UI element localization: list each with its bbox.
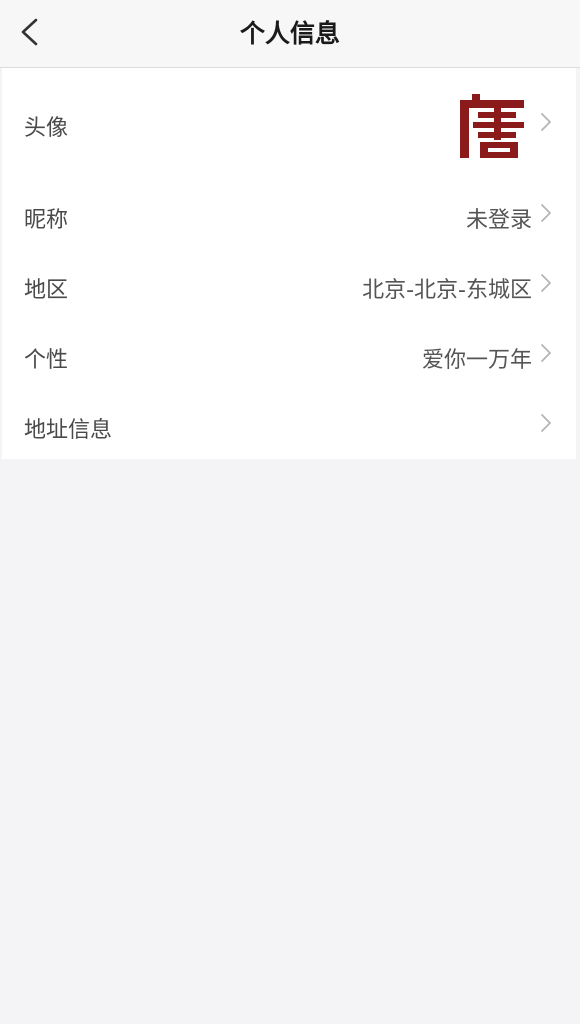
address-info-row[interactable]: 地址信息 <box>2 394 576 459</box>
navbar: 个人信息 <box>0 0 580 68</box>
personality-row[interactable]: 个性 爱你一万年 <box>2 324 576 394</box>
avatar-row[interactable]: 头像 <box>2 68 576 184</box>
avatar-logo <box>460 94 524 158</box>
nickname-row[interactable]: 昵称 未登录 <box>2 184 576 254</box>
row-label-avatar: 头像 <box>24 116 69 141</box>
row-value-region: 北京-北京-东城区 <box>362 278 532 303</box>
chevron-right-icon <box>540 112 552 132</box>
chevron-right-icon <box>540 273 552 293</box>
row-label-address: 地址信息 <box>24 418 113 443</box>
chevron-right-icon <box>540 343 552 363</box>
row-value-personality: 爱你一万年 <box>421 348 532 373</box>
row-label-region: 地区 <box>24 278 69 303</box>
region-row[interactable]: 地区 北京-北京-东城区 <box>2 254 576 324</box>
chevron-right-icon <box>540 203 552 223</box>
profile-info-list: 头像 昵称 未登录 地区 北京-北京-东城区 个性 爱你一万年 地址信息 <box>2 68 576 459</box>
row-label-personality: 个性 <box>24 348 69 373</box>
row-value-nickname: 未登录 <box>465 208 532 233</box>
page-title: 个人信息 <box>239 19 340 48</box>
avatar[interactable] <box>458 92 526 160</box>
row-label-nickname: 昵称 <box>24 208 69 233</box>
chevron-right-icon <box>540 413 552 433</box>
